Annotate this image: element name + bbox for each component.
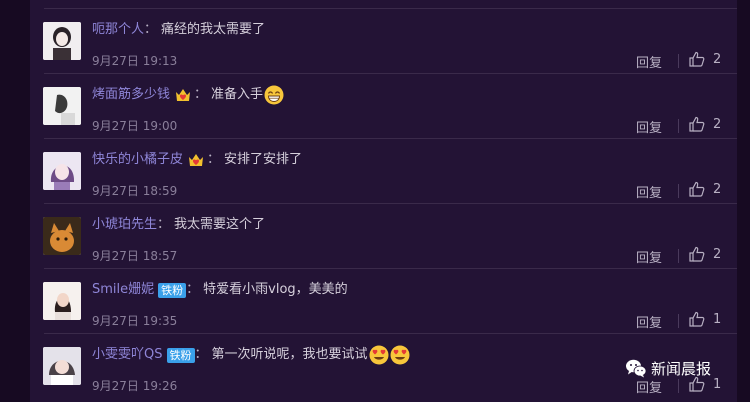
like-count: 2	[713, 52, 722, 67]
reply-button[interactable]: 回复	[636, 312, 662, 331]
like-count: 2	[713, 117, 722, 132]
thumbs-up-icon[interactable]	[689, 311, 705, 327]
avatar-girl-photo-icon	[43, 347, 81, 385]
separator	[678, 379, 679, 393]
avatar[interactable]	[43, 282, 81, 320]
colon: ：	[207, 152, 221, 167]
avatar-photo-icon	[43, 87, 81, 125]
like-count: 2	[713, 247, 722, 262]
comment-line: 快乐的小橘子皮 ： 安排了安排了	[92, 149, 302, 171]
comment-line: Smile姗妮 铁粉 ： 特爱看小雨vlog，美美的	[92, 279, 348, 301]
avatar[interactable]	[43, 217, 81, 255]
right-background-strip	[737, 0, 750, 402]
comment-line: 烤面筋多少钱 ： 准备入手	[92, 84, 284, 106]
avatar[interactable]	[43, 152, 81, 190]
comment-text: 特爱看小雨vlog，美美的	[203, 282, 348, 297]
colon: ：	[194, 347, 208, 362]
colon: ：	[144, 22, 158, 37]
watermark-label: 新闻晨报	[651, 359, 712, 378]
comment-text: 我太需要这个了	[174, 217, 266, 232]
comment-time: 9月27日 19:35	[92, 314, 178, 328]
comment-list: 呃那个人 ： 痛经的我太需要了 9月27日 19:13 回复 2 烤面筋多少钱 …	[30, 0, 737, 402]
comment-text: 安排了安排了	[224, 152, 303, 167]
comment-time: 9月27日 18:59	[92, 184, 178, 198]
comment-text: 准备入手	[211, 87, 264, 102]
colon: ：	[157, 217, 171, 232]
comment-item: 小琥珀先生 ： 我太需要这个了 9月27日 18:57 回复 2	[30, 204, 737, 269]
left-background-strip	[0, 0, 30, 402]
reply-button[interactable]: 回复	[636, 377, 662, 396]
username[interactable]: 呃那个人	[92, 19, 144, 41]
separator	[678, 54, 679, 68]
crown-heart-icon	[187, 151, 205, 169]
watermark: 新闻晨报	[625, 357, 711, 379]
grinning-emoji	[264, 85, 284, 105]
like-count: 2	[713, 182, 722, 197]
like-count: 1	[713, 377, 722, 392]
like-count: 1	[713, 312, 722, 327]
avatar[interactable]	[43, 22, 81, 60]
avatar-girl-sketch-icon	[43, 22, 81, 60]
thumbs-up-icon[interactable]	[689, 51, 705, 67]
reply-button[interactable]: 回复	[636, 247, 662, 266]
comment-line: 呃那个人 ： 痛经的我太需要了	[92, 19, 265, 41]
comment-time: 9月27日 19:00	[92, 119, 178, 133]
avatar[interactable]	[43, 347, 81, 385]
username[interactable]: Smile姗妮	[92, 279, 154, 301]
thumbs-up-icon[interactable]	[689, 181, 705, 197]
username[interactable]: 快乐的小橘子皮	[92, 149, 183, 171]
comment-item: Smile姗妮 铁粉 ： 特爱看小雨vlog，美美的 9月27日 19:35 回…	[30, 269, 737, 334]
heart-eyes-emoji	[369, 345, 389, 365]
comment-item: 快乐的小橘子皮 ： 安排了安排了 9月27日 18:59 回复 2	[30, 139, 737, 204]
fan-badge: 铁粉	[166, 347, 195, 363]
username[interactable]: 烤面筋多少钱	[92, 84, 170, 106]
username[interactable]: 小琥珀先生	[92, 214, 157, 236]
separator	[678, 119, 679, 133]
comment-line: 小雯雯吖QS 铁粉 ： 第一次听说呢，我也要试试	[92, 344, 410, 366]
comment-time: 9月27日 19:13	[92, 54, 178, 68]
avatar[interactable]	[43, 87, 81, 125]
avatar-anime-icon	[43, 152, 81, 190]
comment-time: 9月27日 19:26	[92, 379, 178, 393]
comment-text: 第一次听说呢，我也要试试	[211, 347, 368, 362]
colon: ：	[186, 282, 200, 297]
wechat-icon	[625, 358, 647, 378]
thumbs-up-icon[interactable]	[689, 116, 705, 132]
separator	[678, 314, 679, 328]
fan-badge: 铁粉	[158, 282, 187, 298]
avatar-girl-icon	[43, 282, 81, 320]
avatar-cat-icon	[43, 217, 81, 255]
separator	[678, 184, 679, 198]
reply-button[interactable]: 回复	[636, 117, 662, 136]
username[interactable]: 小雯雯吖QS	[92, 344, 163, 366]
comment-time: 9月27日 18:57	[92, 249, 178, 263]
comment-item: 烤面筋多少钱 ： 准备入手 9月27日 19:00 回复 2	[30, 74, 737, 139]
comment-item: 呃那个人 ： 痛经的我太需要了 9月27日 19:13 回复 2	[30, 9, 737, 74]
heart-eyes-emoji	[390, 345, 410, 365]
reply-button[interactable]: 回复	[636, 52, 662, 71]
reply-button[interactable]: 回复	[636, 182, 662, 201]
comment-line: 小琥珀先生 ： 我太需要这个了	[92, 214, 265, 236]
thumbs-up-icon[interactable]	[689, 246, 705, 262]
crown-heart-icon	[174, 86, 192, 104]
comment-text: 痛经的我太需要了	[161, 22, 266, 37]
separator	[678, 249, 679, 263]
colon: ：	[194, 87, 208, 102]
